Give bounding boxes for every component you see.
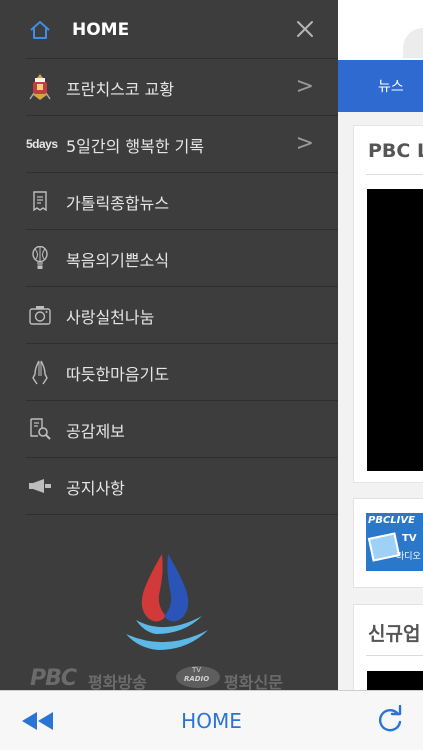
live-card: PBC L — [353, 125, 423, 483]
radio-text: RADIO — [184, 675, 210, 683]
bottom-toolbar: HOME — [0, 690, 423, 750]
banner-logo-text: PBCLIVE — [368, 515, 415, 526]
header-logo-fragment — [403, 28, 423, 58]
praying-hands-icon — [26, 358, 54, 386]
pope-icon — [26, 73, 54, 101]
main-content: 뉴스 PBC L PBCLIVE TV 라디오 신규업 — [338, 0, 423, 690]
toolbar-title: HOME — [181, 709, 242, 733]
live-card-title: PBC L — [368, 140, 423, 162]
tv-radio-badge: TV RADIO — [176, 666, 220, 688]
menu-item-label: 따듯한마음기도 — [66, 365, 170, 384]
menu-item-catholic-news[interactable]: 가톨릭종합뉴스 — [26, 173, 338, 230]
menu-item-prayer[interactable]: 따듯한마음기도 — [26, 344, 338, 401]
camera-icon — [26, 301, 54, 329]
menu-item-sharing[interactable]: 사랑실천나눔 — [26, 287, 338, 344]
menu-item-label: 공지사항 — [66, 479, 125, 498]
newspaper-name: 평화신문 — [224, 673, 283, 690]
menu-item-label: 사랑실천나눔 — [66, 308, 155, 327]
document-icon — [26, 187, 54, 215]
menu-item-label: 공감제보 — [66, 422, 125, 441]
menu-item-label: 복음의기쁜소식 — [66, 251, 170, 270]
menu-item-pope-francis[interactable]: 프란치스코 교황 > — [26, 59, 338, 116]
pbc-live-banner[interactable]: PBCLIVE TV 라디오 — [366, 513, 423, 571]
menu-footer-brand: PBC 평화방송 TV RADIO 평화신문 — [30, 664, 320, 690]
video-player[interactable] — [367, 189, 423, 471]
balloon-icon — [26, 244, 54, 272]
tv-text: TV — [192, 666, 202, 674]
pbc-logo — [100, 550, 230, 662]
content-header — [338, 0, 423, 60]
side-menu: HOME 프란치스코 교황 > 5days 5일간의 행복한 기록 > 가톨릭종… — [0, 0, 338, 690]
menu-item-5days[interactable]: 5days 5일간의 행복한 기록 > — [26, 116, 338, 173]
megaphone-icon — [26, 472, 54, 500]
banner-card: PBCLIVE TV 라디오 — [353, 498, 423, 588]
broadcast-name: 평화방송 — [88, 673, 147, 690]
menu-item-label: 가톨릭종합뉴스 — [66, 194, 170, 213]
chevron-right-icon: > — [295, 131, 314, 156]
menu-item-label: 5일간의 행복한 기록 — [66, 137, 205, 156]
content-tab-bar: 뉴스 — [338, 60, 423, 112]
search-document-icon — [26, 415, 54, 443]
refresh-icon[interactable] — [375, 704, 405, 735]
home-icon — [26, 16, 54, 44]
thumbnail[interactable] — [367, 671, 423, 690]
pbc-wordmark: PBC — [30, 666, 77, 690]
close-icon[interactable] — [294, 18, 316, 40]
menu-item-label: 프란치스코 교황 — [66, 80, 175, 99]
menu-item-notice[interactable]: 공지사항 — [26, 458, 338, 515]
new-upload-card: 신규업 — [353, 604, 423, 690]
new-upload-title: 신규업 — [368, 623, 421, 645]
divider — [366, 655, 423, 656]
chevron-right-icon: > — [295, 74, 314, 99]
divider — [366, 174, 423, 175]
menu-item-home[interactable]: HOME — [26, 2, 338, 59]
banner-tv-text: TV — [402, 533, 417, 544]
5days-icon-text: 5days — [26, 137, 58, 151]
menu-item-report[interactable]: 공감제보 — [26, 401, 338, 458]
tab-news[interactable]: 뉴스 — [378, 76, 404, 96]
menu-home-label: HOME — [72, 20, 130, 40]
banner-radio-text: 라디오 — [396, 552, 421, 562]
menu-item-gospel[interactable]: 복음의기쁜소식 — [26, 230, 338, 287]
5days-icon: 5days — [26, 130, 60, 158]
